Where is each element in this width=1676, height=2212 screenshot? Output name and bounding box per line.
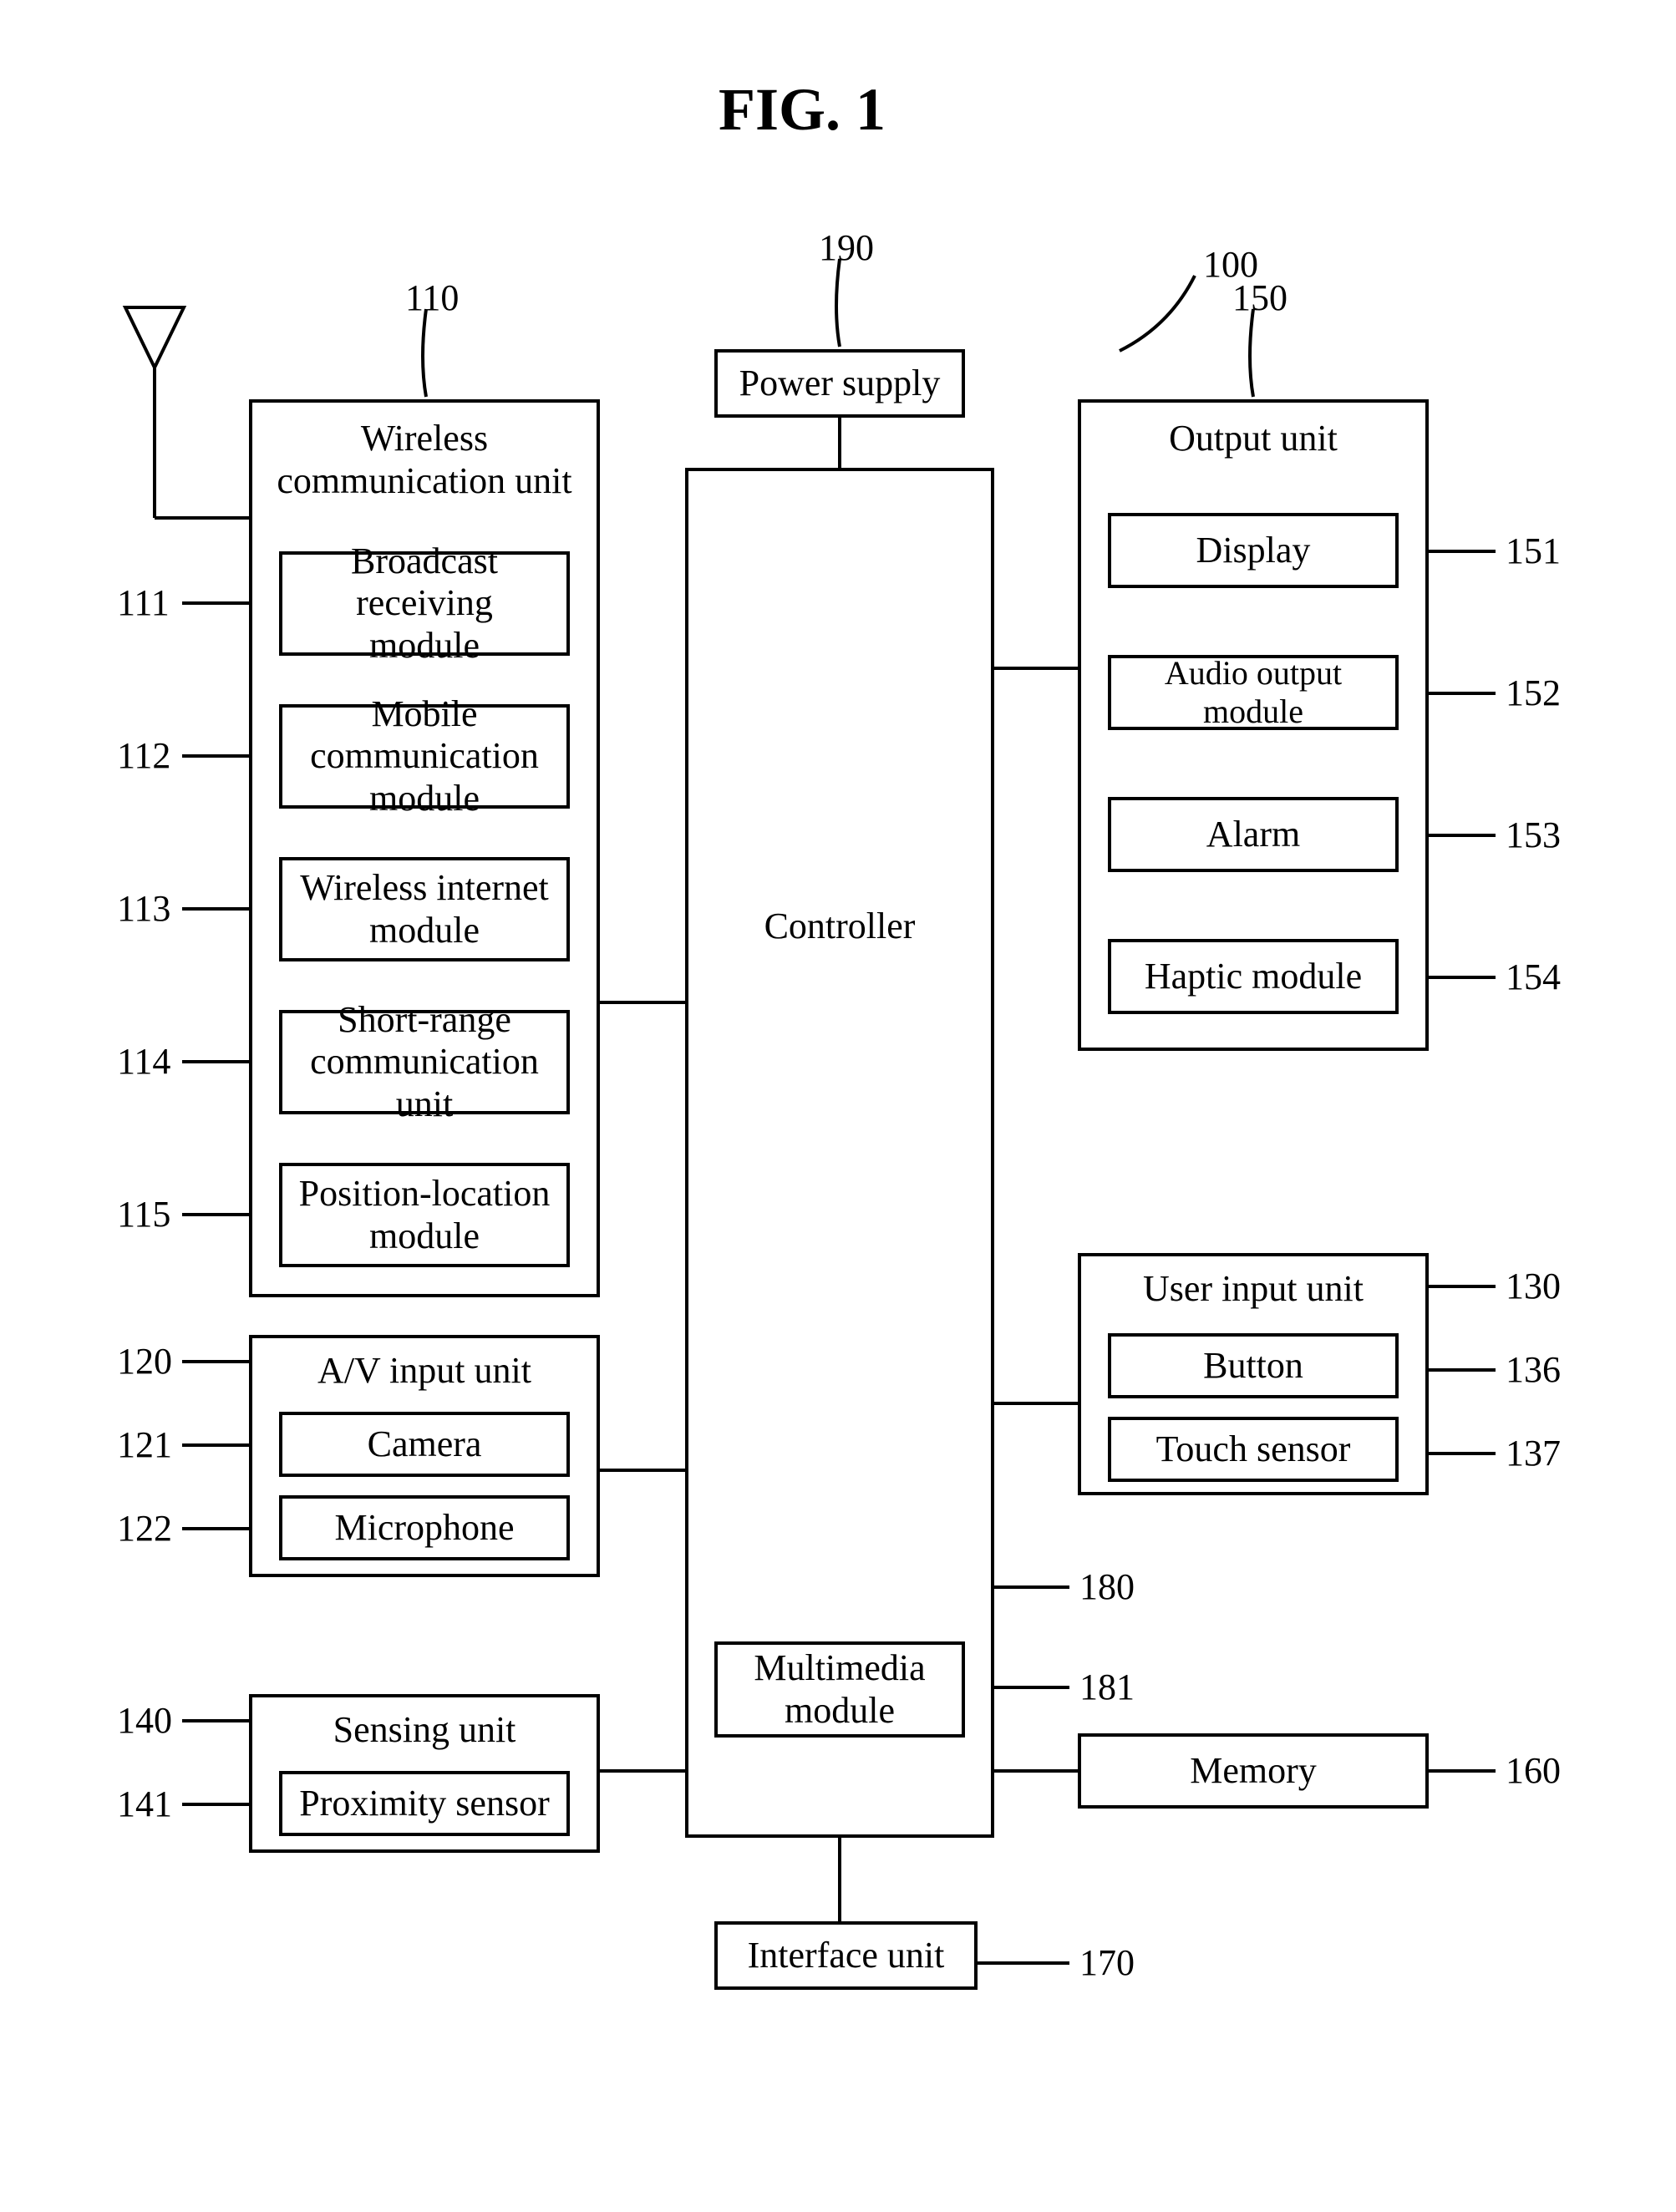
ref-154: 154 — [1506, 959, 1561, 996]
user-input-unit-title: User input unit — [1143, 1268, 1364, 1311]
sensing-unit-title: Sensing unit — [333, 1709, 516, 1752]
ref-180: 180 — [1079, 1569, 1135, 1606]
interface-unit-block: Interface unit — [714, 1921, 978, 1990]
controller-block: Controller — [685, 468, 994, 1838]
ref-160: 160 — [1506, 1753, 1561, 1789]
wireless-comm-unit-title: Wireless communication unit — [277, 418, 571, 502]
ref-130: 130 — [1506, 1268, 1561, 1305]
memory-block: Memory — [1078, 1733, 1429, 1809]
alarm-block: Alarm — [1108, 797, 1399, 872]
controller-label: Controller — [764, 906, 916, 948]
audio-output-module-block: Audio output module — [1108, 655, 1399, 730]
proximity-sensor-block: Proximity sensor — [279, 1771, 570, 1836]
short-range-comm-unit-block: Short-range communication unit — [279, 1010, 570, 1114]
ref-150: 150 — [1232, 280, 1287, 317]
microphone-block: Microphone — [279, 1495, 570, 1560]
ref-141: 141 — [117, 1786, 172, 1823]
wireless-internet-module-block: Wireless internet module — [279, 857, 570, 961]
broadcast-receiving-module-block: Broadcast receiving module — [279, 551, 570, 656]
diagram-canvas: FIG. 1 — [0, 0, 1676, 2212]
av-input-unit-title: A/V input unit — [317, 1350, 531, 1393]
ref-121: 121 — [117, 1427, 172, 1464]
position-location-module-block: Position-location module — [279, 1163, 570, 1267]
ref-190: 190 — [819, 230, 874, 266]
ref-153: 153 — [1506, 817, 1561, 854]
figure-title: FIG. 1 — [719, 75, 886, 145]
mobile-communication-module-block: Mobile communication module — [279, 704, 570, 809]
ref-110: 110 — [405, 280, 459, 317]
ref-113: 113 — [117, 890, 170, 927]
touch-sensor-block: Touch sensor — [1108, 1417, 1399, 1482]
ref-115: 115 — [117, 1196, 170, 1233]
ref-181: 181 — [1079, 1669, 1135, 1706]
ref-122: 122 — [117, 1510, 172, 1547]
ref-114: 114 — [117, 1043, 170, 1080]
camera-block: Camera — [279, 1412, 570, 1477]
ref-137: 137 — [1506, 1435, 1561, 1472]
display-block: Display — [1108, 513, 1399, 588]
ref-120: 120 — [117, 1343, 172, 1380]
button-block: Button — [1108, 1333, 1399, 1398]
haptic-module-block: Haptic module — [1108, 939, 1399, 1014]
output-unit-title: Output unit — [1169, 418, 1338, 460]
ref-151: 151 — [1506, 533, 1561, 570]
ref-140: 140 — [117, 1702, 172, 1739]
ref-170: 170 — [1079, 1945, 1135, 1981]
ref-111: 111 — [117, 585, 170, 621]
ref-136: 136 — [1506, 1352, 1561, 1388]
ref-112: 112 — [117, 738, 170, 774]
ref-152: 152 — [1506, 675, 1561, 712]
multimedia-module-block: Multimedia module — [714, 1641, 965, 1738]
power-supply-block: Power supply — [714, 349, 965, 418]
